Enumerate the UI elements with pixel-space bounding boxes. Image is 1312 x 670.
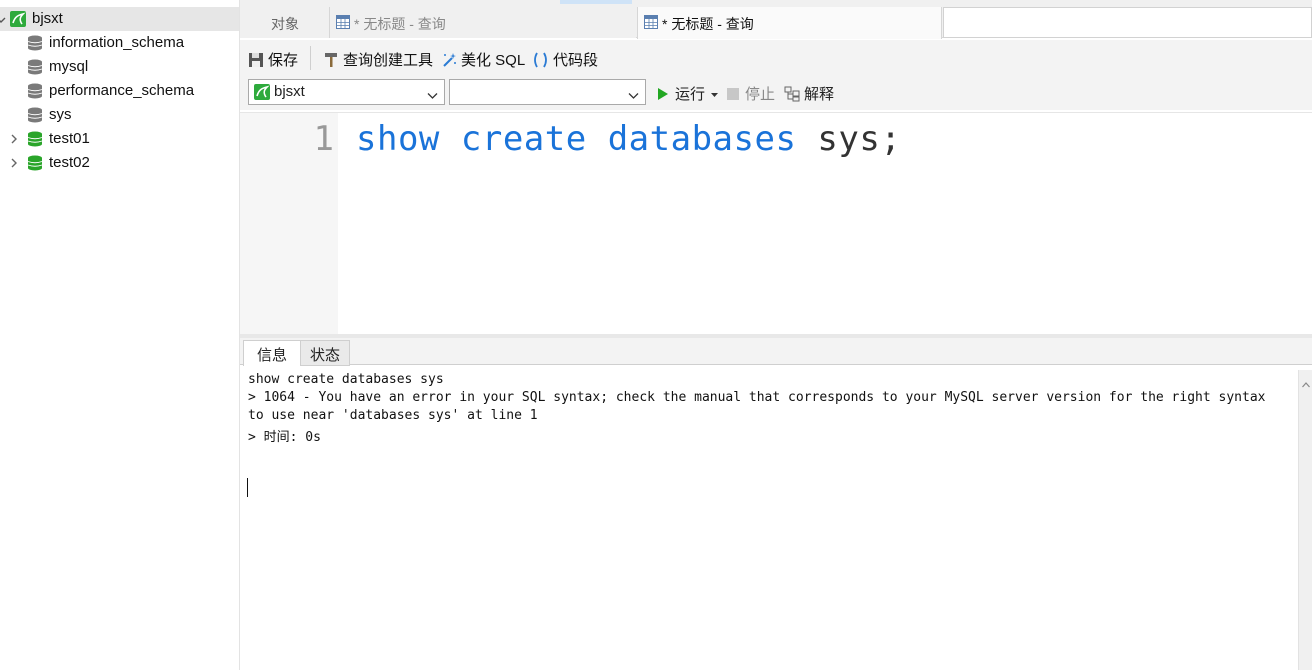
play-icon: [656, 87, 670, 101]
explain-button[interactable]: 解释: [784, 83, 834, 104]
message-line: > 时间: 0s: [248, 430, 321, 445]
database-gray-icon: [27, 107, 43, 123]
tree-item-label: information_schema: [49, 34, 185, 51]
tab-objects-label: 对象: [271, 16, 299, 32]
text-caret: [247, 478, 248, 497]
sql-keyword: create: [460, 119, 587, 159]
sql-editor[interactable]: 1 show create databases sys;: [240, 112, 1312, 335]
chevron-right-icon[interactable]: [9, 134, 19, 144]
result-tab-bar: 信息 状态: [240, 338, 1312, 367]
tab-info[interactable]: 信息: [243, 340, 301, 367]
code-snippet-label: 代码段: [553, 52, 599, 69]
message-line: > 1064 - You have an error in your SQL s…: [248, 390, 1266, 405]
query-toolbar: 保存 查询创建工具 美化 SQL 代码段: [240, 40, 1312, 76]
code-snippet-button[interactable]: 代码段: [532, 49, 598, 70]
beautify-sql-button[interactable]: 美化 SQL: [441, 49, 525, 70]
explain-icon: [784, 86, 800, 102]
scroll-up-arrow-icon[interactable]: [1302, 375, 1310, 391]
tab-bar-search-box[interactable]: [943, 7, 1312, 38]
message-line: show create databases sys: [248, 372, 444, 387]
toolbar-divider: [310, 46, 311, 70]
tree-db-performance-schema[interactable]: performance_schema: [0, 79, 239, 103]
sql-keyword: databases: [607, 119, 797, 159]
line-number: 1: [313, 119, 334, 159]
tree-item-label: test01: [49, 130, 90, 147]
tab-bar-accent: [560, 0, 632, 4]
parentheses-icon: [532, 52, 549, 68]
tree-connection-label: bjsxt: [32, 10, 63, 27]
chevron-down-icon: [628, 87, 639, 104]
mysql-connection-icon: [10, 11, 26, 27]
tab-status[interactable]: 状态: [301, 340, 350, 366]
hammer-icon: [323, 52, 339, 68]
tab-objects[interactable]: 对象: [240, 7, 329, 38]
query-table-icon: [336, 15, 350, 29]
explain-label: 解释: [804, 86, 835, 103]
tree-db-test02[interactable]: test02: [0, 151, 239, 175]
line-number-gutter: 1: [240, 113, 338, 335]
database-gray-icon: [27, 83, 43, 99]
editor-tab-bar: 对象 * 无标题 - 查询 * 无标题 - 查询: [240, 0, 1312, 39]
beautify-sql-label: 美化 SQL: [461, 52, 526, 69]
query-builder-label: 查询创建工具: [343, 52, 434, 69]
connection-select[interactable]: bjsxt: [248, 79, 445, 105]
tree-item-label: sys: [49, 106, 72, 123]
stop-label: 停止: [745, 86, 776, 103]
query-builder-button[interactable]: 查询创建工具: [323, 49, 433, 70]
save-icon: [248, 52, 264, 68]
tab-query-label: * 无标题 - 查询: [662, 16, 754, 32]
run-dropdown-icon[interactable]: [711, 85, 719, 102]
tab-info-label: 信息: [256, 347, 287, 364]
run-button[interactable]: 运行: [656, 83, 719, 104]
save-button[interactable]: 保存: [248, 49, 298, 70]
tree-item-label: performance_schema: [49, 82, 195, 99]
tree-connection-bjsxt[interactable]: bjsxt: [0, 7, 239, 31]
run-label: 运行: [675, 86, 706, 103]
database-select[interactable]: [449, 79, 646, 105]
message-line: to use near 'databases sys' at line 1: [248, 408, 538, 423]
tree-db-mysql[interactable]: mysql: [0, 55, 239, 79]
connection-select-value: bjsxt: [274, 83, 305, 100]
save-label: 保存: [268, 52, 299, 69]
tree-db-test01[interactable]: test01: [0, 127, 239, 151]
chevron-down-icon[interactable]: [0, 15, 6, 25]
navigator-panel: bjsxt information_schema mysql performan…: [0, 0, 240, 670]
message-output[interactable]: show create databases sys > 1064 - You h…: [243, 366, 1298, 670]
query-table-icon: [644, 15, 658, 29]
sql-code-line[interactable]: show create databases sys;: [356, 119, 901, 159]
chevron-right-icon[interactable]: [9, 158, 19, 168]
stop-button[interactable]: 停止: [727, 83, 775, 104]
tree-db-sys[interactable]: sys: [0, 103, 239, 127]
mysql-connection-icon: [254, 84, 270, 100]
connection-selector-row: bjsxt 运行 停止 解释: [240, 76, 1312, 110]
sql-keyword: show: [356, 119, 440, 159]
tree-item-label: mysql: [49, 58, 89, 75]
vertical-scrollbar[interactable]: [1298, 370, 1312, 670]
database-gray-icon: [27, 59, 43, 75]
tab-status-label: 状态: [309, 347, 340, 364]
tab-query-untitled-1[interactable]: * 无标题 - 查询: [329, 7, 636, 38]
magic-wand-icon: [441, 52, 457, 68]
tree-db-information-schema[interactable]: information_schema: [0, 31, 239, 55]
tab-query-untitled-2-active[interactable]: * 无标题 - 查询: [637, 7, 942, 39]
chevron-down-icon: [427, 87, 438, 104]
database-green-icon: [27, 155, 43, 171]
sql-identifier: sys;: [817, 119, 902, 159]
database-green-icon: [27, 131, 43, 147]
tree-item-label: test02: [49, 154, 90, 171]
tab-query-label: * 无标题 - 查询: [354, 16, 446, 32]
stop-icon: [727, 87, 739, 100]
database-gray-icon: [27, 35, 43, 51]
